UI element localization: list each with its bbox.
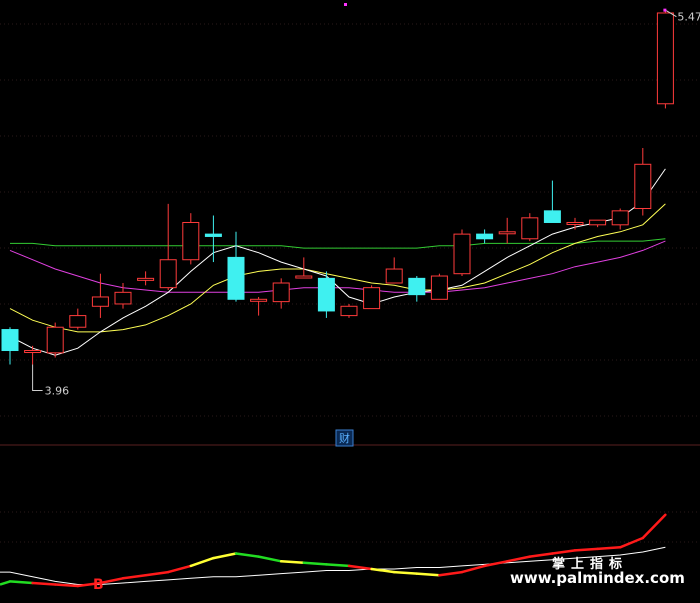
candle-body-14 [317, 277, 335, 312]
buy-signal-marker: B [93, 577, 104, 593]
indicator-segment-4 [99, 577, 125, 585]
indicator-segment-6 [144, 570, 170, 577]
indicator-segment-18 [415, 572, 441, 577]
candle-body-13 [295, 275, 313, 279]
indicator-segment-21 [483, 560, 509, 568]
candle-body-10 [227, 256, 245, 300]
candlestick-chart: 5.47 3.96 财 B 掌上指标 www.palmindex.com [0, 3, 700, 593]
candle-body-22 [498, 231, 516, 235]
ma-fast-line [9, 168, 666, 356]
ma-slow-line [9, 240, 666, 293]
candle-body-4 [91, 296, 109, 307]
candle-body-27 [611, 210, 629, 226]
indicator-segment-7 [166, 564, 193, 574]
candle-body-3 [69, 315, 87, 328]
candle-body-16 [363, 287, 381, 310]
moving-average-lines [9, 168, 666, 356]
indicator-segment-26 [596, 546, 622, 551]
candle-body-5 [114, 291, 132, 305]
candle-body-19 [430, 275, 448, 300]
indicator-segment-15 [347, 564, 373, 571]
candle-body-7 [159, 259, 177, 289]
high-price-label: 5.47 [677, 11, 700, 24]
finance-badge-label: 财 [339, 431, 350, 445]
indicator-segment-11 [257, 555, 283, 563]
indicator-segment-12 [279, 560, 306, 565]
indicator-segment-13 [302, 561, 328, 566]
candle-body-23 [521, 217, 539, 240]
candle-body-18 [408, 277, 426, 296]
indicator-segment-20 [460, 564, 486, 574]
candle-body-26 [589, 219, 607, 226]
candle-body-0 [1, 329, 19, 352]
watermark-url: www.palmindex.com [510, 569, 685, 587]
indicator-segment-14 [325, 563, 351, 568]
indicator-segment-1 [31, 581, 57, 586]
candle-body-25 [566, 221, 584, 225]
indicator-segment-28 [641, 513, 667, 540]
low-price-pointer [32, 364, 43, 391]
high-marker-dot [663, 8, 667, 12]
indicator-segment-8 [189, 556, 215, 568]
candle-body-20 [453, 233, 471, 275]
indicator-segment-17 [392, 570, 419, 575]
candle-body-17 [385, 268, 403, 284]
grid-lines [0, 23, 700, 543]
candle-body-15 [340, 305, 358, 317]
candle-body-28 [634, 163, 652, 210]
indicator-segment-27 [618, 536, 645, 549]
candle-body-11 [250, 298, 268, 302]
candles [1, 3, 677, 391]
indicator-segment-2 [53, 583, 80, 588]
candle-body-8 [182, 221, 200, 261]
indicator-segment-10 [234, 552, 260, 558]
candle-body-21 [476, 233, 494, 240]
low-price-label: 3.96 [45, 384, 70, 397]
indicator-segment-24 [551, 549, 577, 555]
indicator-segment-25 [573, 547, 599, 552]
candle-body-24 [543, 210, 561, 223]
candle-body-2 [46, 326, 64, 354]
candle-body-6 [137, 277, 155, 281]
indicator-segment-23 [528, 552, 554, 558]
top-marker-dot [344, 3, 347, 6]
indicator-segment-lead [0, 580, 11, 586]
indicator-segment-5 [121, 573, 147, 580]
candle-body-29 [656, 12, 674, 105]
indicator-segment-9 [212, 552, 238, 560]
candle-body-9 [204, 233, 222, 237]
indicator-segment-19 [438, 570, 464, 577]
candle-body-1 [24, 350, 42, 354]
indicator-segment-0 [8, 580, 34, 585]
finance-badge[interactable]: 财 [335, 429, 354, 447]
indicator-segment-22 [505, 555, 532, 563]
candle-body-12 [272, 282, 290, 303]
